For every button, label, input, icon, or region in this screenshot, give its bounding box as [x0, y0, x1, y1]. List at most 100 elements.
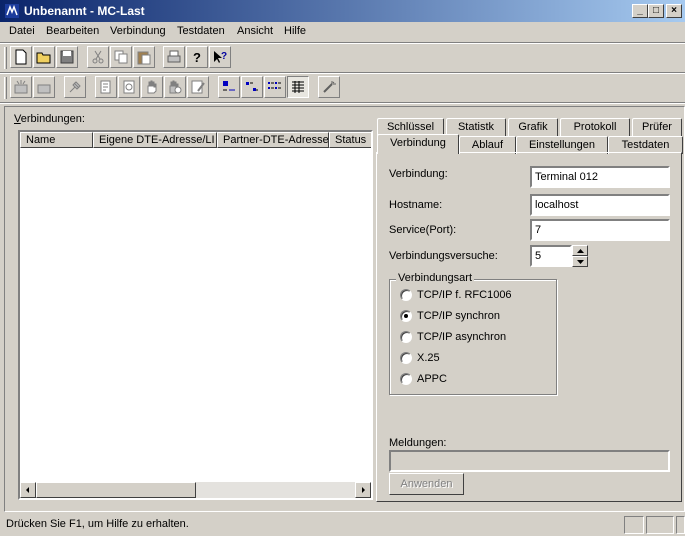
- tab-verbindung[interactable]: Verbindung: [377, 134, 459, 154]
- verbindung-input[interactable]: Terminal 012: [530, 166, 670, 188]
- scroll-right-button[interactable]: [355, 482, 371, 498]
- radio-appc[interactable]: [400, 373, 412, 385]
- app-icon: [5, 4, 19, 18]
- verbindungsversuche-input[interactable]: 5: [530, 245, 572, 267]
- radio-tcpip-synchron[interactable]: [400, 310, 412, 322]
- radio-tcpip-rfc1006[interactable]: [400, 289, 412, 301]
- horizontal-scrollbar[interactable]: [20, 482, 371, 498]
- delete-connection-button[interactable]: [33, 76, 55, 98]
- radio-label-tcpip-asynchron[interactable]: TCP/IP asynchron: [417, 331, 506, 343]
- hostname-input[interactable]: localhost: [530, 194, 670, 216]
- magic-wand-icon: [323, 81, 336, 93]
- refresh-button[interactable]: [118, 76, 140, 98]
- plug-icon: [69, 81, 81, 93]
- svg-text:?: ?: [221, 51, 227, 62]
- radio-selected-dot: [404, 314, 408, 318]
- document-arrow-icon: [100, 80, 111, 94]
- toolbar-separator: [0, 102, 685, 104]
- scroll-thumb[interactable]: [36, 482, 196, 498]
- copy-button[interactable]: [110, 46, 132, 68]
- svg-text:?: ?: [193, 50, 201, 65]
- maximize-button[interactable]: □: [648, 4, 664, 18]
- column-header-partner-dte[interactable]: Partner-DTE-Adresse: [217, 132, 329, 148]
- hand-stop-icon: [169, 80, 182, 94]
- paste-button[interactable]: [133, 46, 155, 68]
- tools-button[interactable]: [318, 76, 340, 98]
- column-header-name[interactable]: Name: [20, 132, 93, 148]
- details-view-button[interactable]: [287, 76, 309, 98]
- meldungen-label: Meldungen:: [389, 437, 447, 449]
- tab-grafik[interactable]: Grafik: [508, 118, 558, 136]
- scroll-left-button[interactable]: [20, 482, 36, 498]
- list-view-button[interactable]: [264, 76, 286, 98]
- arrow-down-icon: [576, 259, 584, 264]
- scissors-icon: [92, 50, 104, 64]
- open-file-button[interactable]: [33, 46, 55, 68]
- about-button[interactable]: ?: [186, 46, 208, 68]
- list-icon: [268, 82, 281, 89]
- test-data-button[interactable]: [95, 76, 117, 98]
- verbindungsversuche-label: Verbindungsversuche:: [389, 250, 498, 262]
- status-bar: Drücken Sie F1, um Hilfe zu erhalten.: [0, 514, 685, 536]
- connections-list[interactable]: Name Eigene DTE-Adresse/LI Partner-DTE-A…: [18, 130, 373, 500]
- minimize-button[interactable]: _: [632, 4, 648, 18]
- small-icons-icon: [246, 82, 258, 91]
- radio-label-tcpip-synchron[interactable]: TCP/IP synchron: [417, 310, 500, 322]
- anwenden-button[interactable]: Anwenden: [389, 473, 464, 495]
- service-port-input[interactable]: 7: [530, 219, 670, 241]
- clipboard-icon: [137, 51, 151, 65]
- stop-button[interactable]: [141, 76, 163, 98]
- radio-tcpip-asynchron[interactable]: [400, 331, 412, 343]
- verbindungsart-legend: Verbindungsart: [396, 272, 474, 284]
- large-icons-button[interactable]: [218, 76, 240, 98]
- menu-verbindung[interactable]: Verbindung: [110, 25, 166, 37]
- small-icons-button[interactable]: [241, 76, 263, 98]
- menu-bearbeiten[interactable]: Bearbeiten: [46, 25, 99, 37]
- help-pointer-icon: ?: [214, 51, 227, 63]
- column-header-status[interactable]: Status: [329, 132, 371, 148]
- radio-label-appc[interactable]: APPC: [417, 373, 447, 385]
- menu-separator: [0, 42, 685, 44]
- menu-bar: Datei Bearbeiten Verbindung Testdaten An…: [0, 22, 685, 42]
- new-file-button[interactable]: [10, 46, 32, 68]
- spin-up-button[interactable]: [572, 245, 588, 256]
- verbindungsversuche-spinner[interactable]: [572, 245, 588, 267]
- toolbar-grip: [4, 47, 7, 69]
- meldungen-field: [389, 450, 670, 472]
- menu-hilfe[interactable]: Hilfe: [284, 25, 306, 37]
- arrow-left-icon: [26, 487, 29, 493]
- tab-pruefer[interactable]: Prüfer: [632, 118, 682, 136]
- radio-label-tcpip-rfc1006[interactable]: TCP/IP f. RFC1006: [417, 289, 512, 301]
- stop-all-button[interactable]: [164, 76, 186, 98]
- large-icons-icon: [223, 81, 235, 91]
- radio-x25[interactable]: [400, 352, 412, 364]
- title-bar: Unbenannt - MC-Last _ □ ×: [0, 0, 685, 22]
- service-port-label: Service(Port):: [389, 224, 457, 236]
- new-connection-button[interactable]: [10, 76, 32, 98]
- copy-icon: [114, 50, 128, 64]
- connect-button[interactable]: [64, 76, 86, 98]
- radio-label-x25[interactable]: X.25: [417, 352, 440, 364]
- column-header-eigene-dte[interactable]: Eigene DTE-Adresse/LI: [93, 132, 217, 148]
- context-help-button[interactable]: ?: [209, 46, 231, 68]
- menu-ansicht[interactable]: Ansicht: [237, 25, 273, 37]
- status-panel-1: [624, 516, 644, 534]
- verbindung-label: Verbindung:: [389, 168, 448, 180]
- spin-down-button[interactable]: [572, 256, 588, 267]
- close-button[interactable]: ×: [666, 4, 682, 18]
- new-file-icon: [15, 49, 27, 65]
- printer-icon: [167, 50, 181, 63]
- cut-button[interactable]: [87, 46, 109, 68]
- tab-protokoll[interactable]: Protokoll: [560, 118, 630, 136]
- toolbar-grip: [4, 77, 7, 99]
- save-button[interactable]: [56, 46, 78, 68]
- print-button[interactable]: [163, 46, 185, 68]
- edit-pencil-icon: [191, 80, 205, 94]
- delete-connection-icon: [37, 84, 51, 94]
- connections-label: Verbindungen:: [14, 113, 85, 125]
- toolbar-separator: [0, 72, 685, 74]
- hand-icon: [147, 80, 157, 94]
- edit-button[interactable]: [187, 76, 209, 98]
- menu-datei[interactable]: Datei: [9, 25, 35, 37]
- menu-testdaten[interactable]: Testdaten: [177, 25, 225, 37]
